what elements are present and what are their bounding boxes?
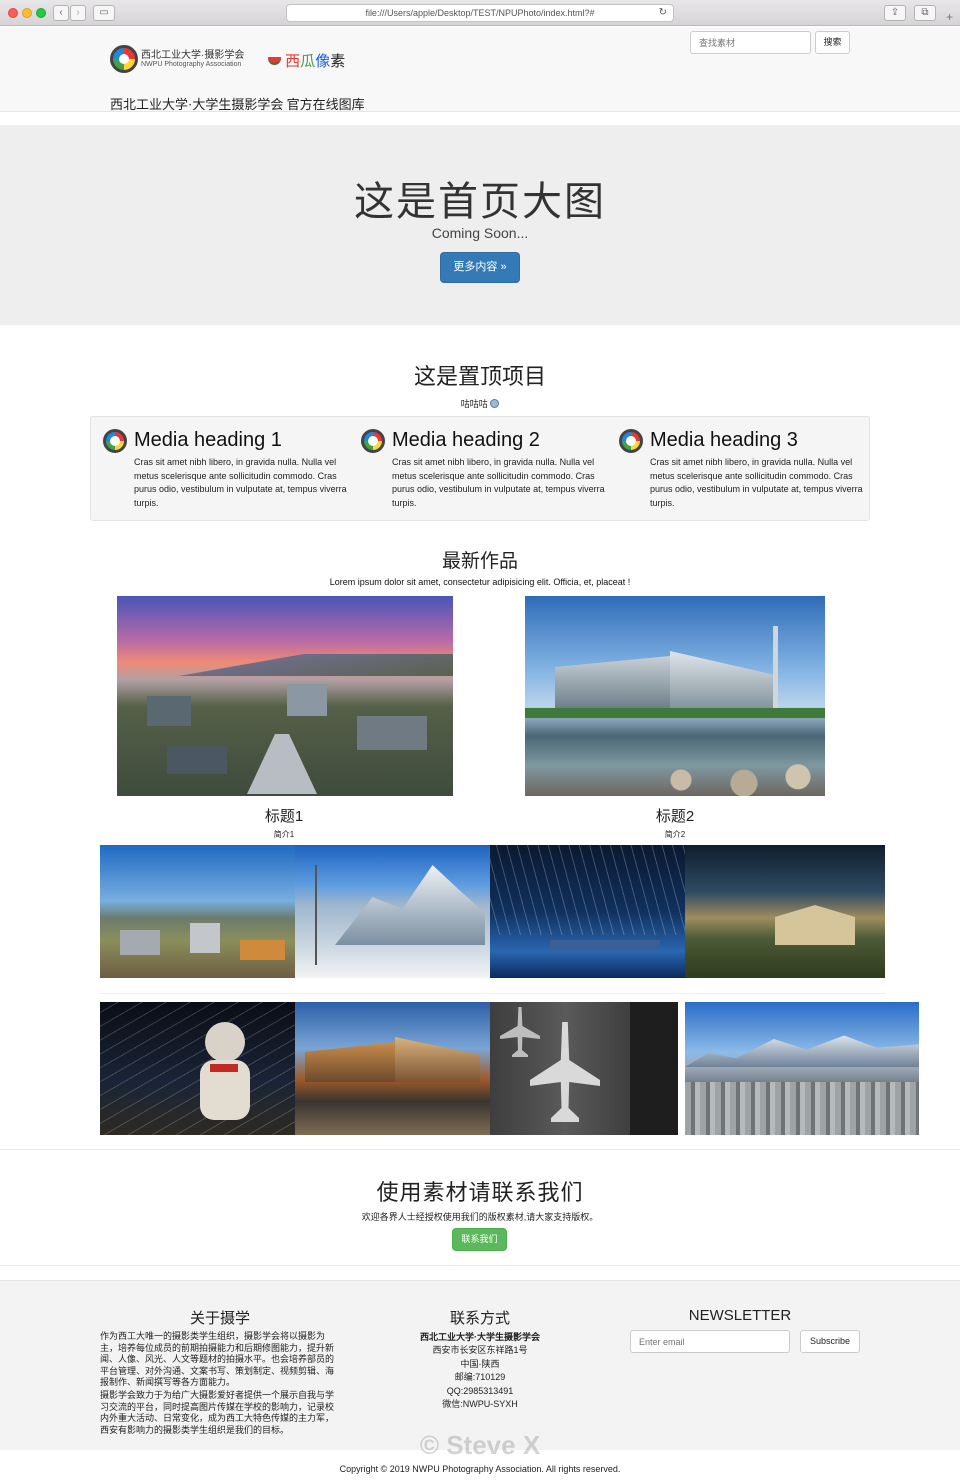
contact-org: 西北工业大学·大学生摄影学会 bbox=[420, 1332, 540, 1342]
section-divider bbox=[0, 1149, 960, 1150]
minimize-window-button[interactable] bbox=[22, 8, 32, 18]
sidebar-toggle-icon[interactable]: ▭ bbox=[93, 5, 115, 21]
browser-toolbar: ‹ › ▭ file:///Users/apple/Desktop/TEST/N… bbox=[0, 0, 960, 26]
gallery-photo-building-reflection[interactable] bbox=[295, 1002, 490, 1135]
site-footer: 关于摄学 作为西工大唯一的摄影类学生组织，摄影学会将以摄影为主，培养每位成员的前… bbox=[0, 1280, 960, 1450]
watermelon-icon bbox=[268, 57, 281, 65]
contact-cta-title: 使用素材请联系我们 bbox=[376, 1180, 584, 1205]
gallery-photo-city-mountains[interactable] bbox=[685, 1002, 919, 1135]
subscribe-button[interactable]: Subscribe bbox=[800, 1330, 860, 1353]
featured-subtitle: 咕咕咕 bbox=[460, 399, 488, 409]
card-title: 标题1 bbox=[264, 808, 304, 825]
contact-qq: QQ:2985313491 bbox=[446, 1385, 514, 1396]
address-bar[interactable]: file:///Users/apple/Desktop/TEST/NPUPhot… bbox=[286, 4, 674, 22]
contact-us-button[interactable]: 联系我们 bbox=[452, 1228, 507, 1251]
contact-postcode: 邮编:710129 bbox=[454, 1372, 506, 1383]
media-body: Cras sit amet nibh libero, in gravida nu… bbox=[134, 457, 347, 508]
org-name-en: NWPU Photography Association bbox=[141, 61, 242, 68]
close-window-button[interactable] bbox=[8, 8, 18, 18]
contact-lines: 西北工业大学·大学生摄影学会 西安市长安区东祥路1号 中国·陕西 邮编:7101… bbox=[380, 1331, 580, 1411]
forward-button[interactable]: › bbox=[70, 5, 86, 21]
zoom-window-button[interactable] bbox=[36, 8, 46, 18]
gallery-photo-campus-mountains[interactable] bbox=[100, 845, 295, 978]
contact-title: 联系方式 bbox=[449, 1310, 510, 1327]
reload-icon[interactable]: ↻ bbox=[659, 5, 667, 21]
about-paragraph-2: 摄影学会致力于为给广大摄影爱好者提供一个展示自我与学习交流的平台，同时提高图片传… bbox=[100, 1390, 335, 1435]
gallery-photo-historic-building[interactable] bbox=[685, 845, 885, 978]
tagline: 西北工业大学·大学生摄影学会 官方在线图库 bbox=[110, 97, 365, 112]
brand-char-xi: 西 bbox=[285, 53, 301, 70]
association-logo-icon bbox=[619, 429, 643, 453]
contact-address: 西安市长安区东祥路1号 bbox=[432, 1345, 528, 1356]
page: 西北工业大学·摄影学会 NWPU Photography Association… bbox=[0, 27, 960, 1483]
gallery-photo-statue-star-trails[interactable] bbox=[100, 1002, 295, 1135]
copyright-watermark: © Steve X bbox=[419, 1430, 541, 1460]
card-desc: 简介2 bbox=[664, 830, 686, 839]
association-logo-icon bbox=[103, 429, 127, 453]
media-body: Cras sit amet nibh libero, in gravida nu… bbox=[650, 457, 863, 508]
featured-media-panel: Media heading 1 Cras sit amet nibh liber… bbox=[90, 416, 870, 521]
brand-char-su: 素 bbox=[330, 53, 346, 70]
campus-aerial-sunset-photo[interactable] bbox=[117, 596, 453, 796]
section-divider bbox=[0, 1265, 960, 1266]
media-body: Cras sit amet nibh libero, in gravida nu… bbox=[392, 457, 605, 508]
brand-char-gua: 瓜 bbox=[300, 53, 316, 70]
card-title: 标题2 bbox=[655, 808, 695, 825]
contact-wechat: 微信:NWPU-SYXH bbox=[442, 1399, 518, 1410]
back-button[interactable]: ‹ bbox=[53, 5, 69, 21]
about-paragraph-1: 作为西工大唯一的摄影类学生组织，摄影学会将以摄影为主，培养每位成员的前期拍摄能力… bbox=[100, 1331, 335, 1387]
url-text: file:///Users/apple/Desktop/TEST/NPUPhot… bbox=[365, 8, 595, 18]
search-button[interactable]: 搜索 bbox=[815, 31, 850, 54]
gallery-photo-aircraft-aerial[interactable] bbox=[490, 1002, 678, 1135]
brand-logo[interactable]: 西瓜像素 bbox=[268, 50, 345, 71]
association-logo-icon bbox=[361, 429, 385, 453]
site-header: 西北工业大学·摄影学会 NWPU Photography Association… bbox=[0, 27, 960, 112]
about-title: 关于摄学 bbox=[189, 1310, 250, 1327]
featured-subtitle-wrap: 咕咕咕 bbox=[0, 397, 960, 410]
newsletter-email-input[interactable] bbox=[630, 1330, 790, 1353]
copyright: Copyright © 2019 NWPU Photography Associ… bbox=[339, 1464, 621, 1474]
media-heading: Media heading 2 bbox=[392, 429, 540, 451]
share-icon[interactable]: ⇪ bbox=[884, 5, 906, 21]
hero-jumbotron: 这是首页大图 Coming Soon... 更多内容 » bbox=[0, 125, 960, 325]
contact-region: 中国·陕西 bbox=[460, 1358, 500, 1369]
hero-subtitle: Coming Soon... bbox=[431, 225, 529, 241]
more-content-button[interactable]: 更多内容 » bbox=[440, 252, 520, 283]
newsletter-title: NEWSLETTER bbox=[688, 1307, 792, 1324]
brand-char-xiang: 像 bbox=[315, 53, 331, 70]
media-heading: Media heading 3 bbox=[650, 429, 798, 451]
campus-building-lake-photo[interactable] bbox=[525, 596, 825, 796]
hero-title: 这是首页大图 bbox=[354, 180, 606, 224]
gallery-photo-star-trails[interactable] bbox=[490, 845, 685, 978]
tabs-overview-icon[interactable]: ⧉ bbox=[914, 5, 936, 21]
media-heading: Media heading 1 bbox=[134, 429, 282, 451]
search-input[interactable] bbox=[690, 31, 811, 54]
association-logo-icon bbox=[110, 45, 138, 73]
latest-subtitle: Lorem ipsum dolor sit amet, consectetur … bbox=[329, 577, 631, 587]
featured-title: 这是置顶项目 bbox=[413, 364, 546, 389]
site-logo[interactable]: 西北工业大学·摄影学会 NWPU Photography Association bbox=[110, 45, 250, 75]
card-desc: 简介1 bbox=[273, 830, 295, 839]
gallery-divider bbox=[100, 993, 885, 994]
latest-title: 最新作品 bbox=[441, 551, 518, 572]
gallery-photo-snowy-mountain[interactable] bbox=[295, 845, 490, 978]
org-name: 西北工业大学·摄影学会 bbox=[141, 50, 245, 61]
emoji-icon bbox=[490, 399, 500, 408]
contact-cta-subtitle: 欢迎各界人士经授权使用我们的版权素材,请大家支持版权。 bbox=[361, 1212, 599, 1222]
new-tab-icon[interactable]: + bbox=[946, 10, 953, 24]
